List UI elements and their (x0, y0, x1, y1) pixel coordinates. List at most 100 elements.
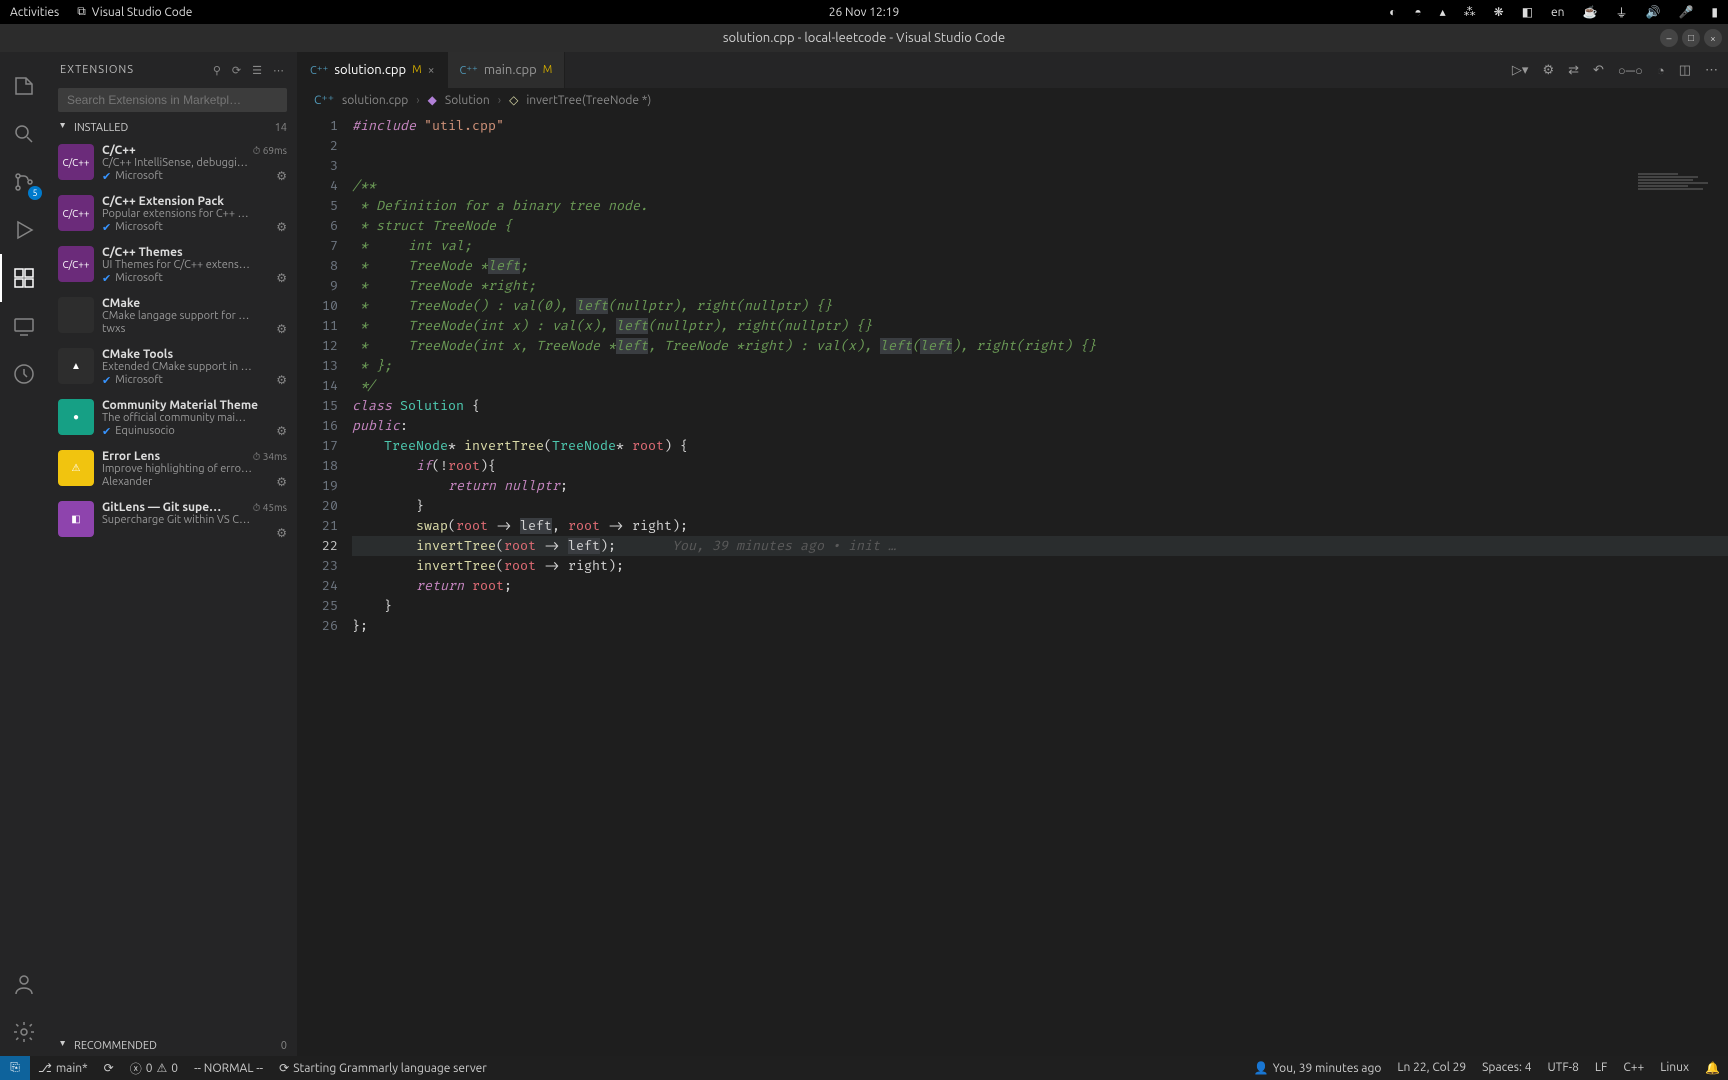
minimap[interactable] (1628, 172, 1728, 772)
extension-item[interactable]: ● Community Material Theme The official … (48, 393, 297, 444)
installed-section[interactable]: ▸ INSTALLED 14 (48, 118, 297, 138)
gitlens-blame[interactable]: 👤 You, 39 minutes ago (1246, 1061, 1390, 1075)
split-editor-icon[interactable]: ◫ (1679, 63, 1691, 78)
close-tab-icon[interactable]: × (428, 64, 435, 77)
tray-icon-4[interactable]: ⁂ (1464, 5, 1476, 19)
language-mode[interactable]: C++ (1615, 1061, 1652, 1074)
cursor-position[interactable]: Ln 22, Col 29 (1389, 1061, 1474, 1074)
search-icon[interactable] (0, 110, 48, 158)
code-editor[interactable]: 1234567891011121314151617181920212223242… (298, 112, 1728, 1056)
close-button[interactable]: × (1704, 29, 1722, 47)
tray-icon-6[interactable]: ◧ (1522, 5, 1533, 19)
eol[interactable]: LF (1587, 1061, 1615, 1074)
activities-button[interactable]: Activities (10, 6, 59, 19)
extension-item[interactable]: ◧ GitLens — Git supe…⏱ 45ms Supercharge … (48, 495, 297, 546)
manage-extension-icon[interactable]: ⚙ (276, 271, 287, 285)
breadcrumb-file[interactable]: solution.cpp (342, 94, 408, 107)
volume-icon[interactable]: 🔊 (1645, 5, 1660, 19)
indentation[interactable]: Spaces: 4 (1474, 1061, 1539, 1074)
breadcrumb-class[interactable]: Solution (445, 94, 490, 107)
manage-extension-icon[interactable]: ⚙ (276, 526, 287, 540)
os-indicator[interactable]: Linux (1652, 1061, 1697, 1074)
run-button[interactable]: ▷▾ (1512, 63, 1529, 78)
activation-time: ⏱ 45ms (253, 502, 287, 514)
extension-item[interactable]: ⚠ Error Lens⏱ 34ms Improve highlighting … (48, 444, 297, 495)
extensions-sidebar: EXTENSIONS ⚲ ⟳ ☰ ⋯ ▸ INSTALLED 14 C/C++ … (48, 52, 298, 1056)
cpp-file-icon: C⁺⁺ (310, 64, 328, 77)
tray-icon-3[interactable]: ▴ (1440, 5, 1446, 19)
manage-extension-icon[interactable]: ⚙ (276, 373, 287, 387)
extension-name: CMake (102, 297, 140, 310)
extension-name: CMake Tools (102, 348, 173, 361)
extension-publisher: Alexander (102, 476, 152, 488)
extension-description: Extended CMake support in … (102, 361, 287, 373)
extension-item[interactable]: C/C++ C/C++ Themes UI Themes for C/C++ e… (48, 240, 297, 291)
accounts-icon[interactable] (0, 960, 48, 1008)
manage-extension-icon[interactable]: ⚙ (276, 169, 287, 183)
status-bar: ⎘ ⎇ main* ⟳ ⓧ 0 ⚠ 0 -- NORMAL -- ⟳ Start… (0, 1056, 1728, 1080)
filter-icon[interactable]: ⚲ (213, 64, 222, 77)
git-branch[interactable]: ⎇ main* (30, 1056, 96, 1080)
notifications-icon[interactable]: 🔔 (1697, 1061, 1728, 1075)
app-menu-label: Visual Studio Code (92, 6, 193, 19)
explorer-icon[interactable] (0, 62, 48, 110)
extension-description: C/C++ IntelliSense, debuggi… (102, 157, 287, 169)
cpp-file-icon: C⁺⁺ (314, 93, 334, 107)
commit-graph-icon[interactable]: ○─○ (1618, 63, 1643, 78)
encoding[interactable]: UTF-8 (1539, 1061, 1586, 1074)
refresh-icon[interactable]: ⟳ (232, 64, 242, 77)
remote-indicator[interactable]: ⎘ (0, 1056, 30, 1080)
debug-config-icon[interactable]: ⚙ (1542, 63, 1554, 78)
manage-extension-icon[interactable]: ⚙ (276, 475, 287, 489)
extension-item[interactable]: C/C++ C/C++ Extension Pack Popular exten… (48, 189, 297, 240)
class-icon: ◆ (428, 93, 437, 107)
manage-extension-icon[interactable]: ⚙ (276, 424, 287, 438)
recommended-section[interactable]: ▸ RECOMMENDED 0 (48, 1036, 297, 1056)
editor-tab[interactable]: C⁺⁺ main.cpp M (448, 52, 566, 88)
settings-gear-icon[interactable] (0, 1008, 48, 1056)
remote-explorer-icon[interactable] (0, 302, 48, 350)
window-title-bar: solution.cpp - local-leetcode - Visual S… (0, 24, 1728, 52)
manage-extension-icon[interactable]: ⚙ (276, 322, 287, 336)
history-back-icon[interactable]: ↶ (1593, 63, 1604, 78)
breadcrumb-method[interactable]: invertTree(TreeNode *) (526, 94, 651, 107)
app-menu[interactable]: ⧉ Visual Studio Code (77, 5, 192, 19)
status-message: ⟳ Starting Grammarly language server (271, 1056, 495, 1080)
maximize-button[interactable]: □ (1682, 29, 1700, 47)
extension-name: Community Material Theme (102, 399, 258, 412)
tray-icon-2[interactable]: ◓ (1414, 5, 1421, 19)
extensions-icon[interactable] (0, 254, 48, 302)
keyboard-layout[interactable]: en (1551, 6, 1564, 19)
sync-button[interactable]: ⟳ (96, 1056, 122, 1080)
extensions-search-input[interactable] (58, 88, 287, 112)
minimize-button[interactable]: – (1660, 29, 1678, 47)
clear-icon[interactable]: ☰ (252, 64, 263, 77)
caffeine-icon[interactable]: ☕ (1583, 5, 1598, 19)
extension-description: CMake langage support for … (102, 310, 287, 322)
run-debug-icon[interactable] (0, 206, 48, 254)
extension-item[interactable]: C/C++ C/C++⏱ 69ms C/C++ IntelliSense, de… (48, 138, 297, 189)
extension-item[interactable]: CMake CMake langage support for … twxs⚙ (48, 291, 297, 342)
extensions-list[interactable]: C/C++ C/C++⏱ 69ms C/C++ IntelliSense, de… (48, 138, 297, 1036)
more-actions-icon[interactable]: ⋯ (1705, 63, 1718, 78)
clock[interactable]: 26 Nov 12:19 (829, 6, 899, 19)
battery-icon[interactable]: ▮ (1711, 5, 1718, 19)
mic-icon[interactable]: 🎤 (1678, 5, 1693, 19)
extension-icon (58, 297, 94, 333)
extension-item[interactable]: ▲ CMake Tools Extended CMake support in … (48, 342, 297, 393)
revision-icon[interactable]: ◔ (1657, 63, 1665, 78)
breadcrumb[interactable]: C⁺⁺ solution.cpp › ◆ Solution › ◇ invert… (298, 88, 1728, 112)
tray-icon-5[interactable]: ❋ (1494, 5, 1504, 19)
tray-icon-1[interactable]: ◐ (1389, 5, 1396, 19)
source-control-icon[interactable]: 5 (0, 158, 48, 206)
extension-name: GitLens — Git supe… (102, 501, 221, 514)
problems-indicator[interactable]: ⓧ 0 ⚠ 0 (122, 1056, 186, 1080)
tab-label: solution.cpp (334, 63, 406, 77)
more-icon[interactable]: ⋯ (273, 64, 285, 77)
extension-publisher: Microsoft (115, 272, 163, 284)
manage-extension-icon[interactable]: ⚙ (276, 220, 287, 234)
compare-icon[interactable]: ⇄ (1568, 63, 1579, 78)
network-icon[interactable]: ⏚ (1615, 4, 1627, 21)
editor-tab[interactable]: C⁺⁺ solution.cpp M × (298, 52, 448, 88)
gitlens-icon[interactable] (0, 350, 48, 398)
